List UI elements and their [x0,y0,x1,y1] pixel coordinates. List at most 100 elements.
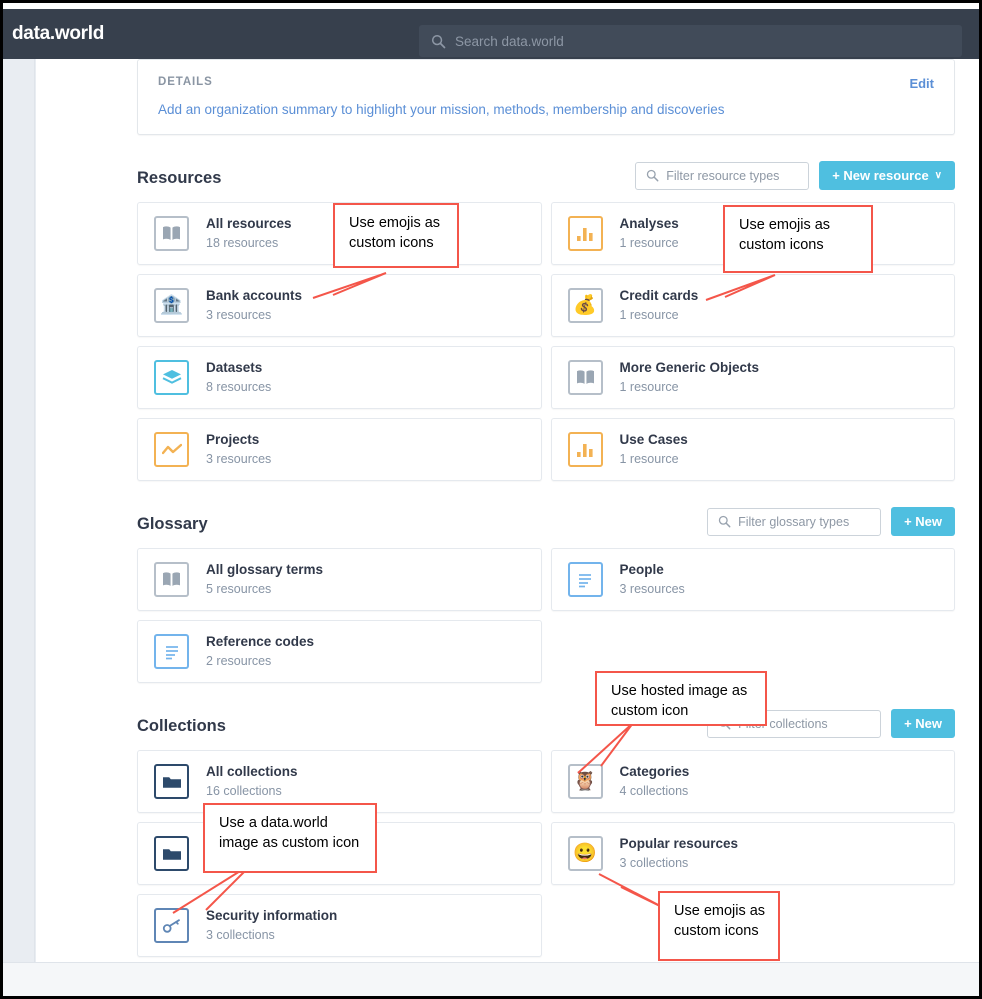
card-text: Credit cards 1 resource [620,287,699,323]
card-title: Datasets [206,360,263,376]
card-subtitle: 3 resources [206,307,272,322]
card-icon-box [567,216,603,251]
resource-card[interactable]: Reference codes 2 resources [137,620,542,683]
search-icon [646,169,659,182]
card-icon-box: 🏦 [154,288,189,323]
card-subtitle: 1 resource [619,235,679,250]
resource-card[interactable]: People 3 resources [550,548,955,611]
key-icon [162,918,180,933]
section-tools: Filter glossary types + New [707,507,955,536]
card-text: Popular resources 3 collections [620,835,739,871]
annotation-callout-5: Use emojis as custom icons [658,891,780,961]
new-item-button[interactable]: + New [891,507,955,536]
top-navigation-bar: data.world Search data.world [3,9,979,59]
bar-chart-icon [577,227,593,241]
annotation-callout-2: Use emojis as custom icons [723,205,873,273]
layers-icon [162,370,181,384]
search-icon [431,34,446,49]
resource-card[interactable]: Use Cases 1 resource [550,418,955,481]
section-header: Resources Filter resource types + New reso… [137,161,955,195]
annotation-callout-4: Use a data.world image as custom icon [203,803,377,873]
section-header: Glossary Filter glossary types + New [137,507,955,541]
chevron-down-icon: ∨ [934,170,942,181]
book-icon [163,572,180,586]
card-icon-box [154,216,189,251]
card-title: Security information [206,908,338,924]
card-subtitle: 1 resource [619,307,679,322]
filter-input[interactable]: Filter glossary types [707,507,882,536]
section-title: Collections [137,716,226,735]
section-title: Glossary [137,514,208,533]
resource-card[interactable]: 💰 Credit cards 1 resource [550,274,955,337]
resource-card[interactable]: 😀 Popular resources 3 collections [550,822,955,885]
resource-card[interactable]: All glossary terms 5 resources [137,548,542,611]
new-item-button[interactable]: + New [891,709,955,738]
card-text: All collections 16 collections [206,763,298,799]
resource-card[interactable]: More Generic Objects 1 resource [550,346,955,409]
new-item-label: + New resource [832,168,929,183]
card-subtitle: 3 collections [619,855,689,870]
new-item-label: + New [904,514,942,529]
left-gutter [3,59,35,962]
details-edit-link[interactable]: Edit [909,76,934,91]
card-text: People 3 resources [620,561,685,597]
filter-placeholder: Filter resource types [666,168,780,183]
details-label: DETAILS [158,76,213,88]
card-subtitle: 3 resources [619,581,685,596]
document-icon [579,573,591,587]
card-icon-box [154,360,189,395]
card-icon-box [567,562,603,597]
card-subtitle: 18 resources [206,235,279,250]
bank-emoji: 🏦 [159,295,184,316]
card-icon-box: 💰 [567,288,603,323]
card-title: Categories [619,764,690,780]
browser-window: data.world Search data.world DETAILS Edi… [0,0,982,999]
card-text: Analyses 1 resource [620,215,679,251]
card-text: Reference codes 2 resources [206,633,314,669]
card-title: Bank accounts [206,288,303,304]
card-icon-box [154,432,189,467]
data-world-logo[interactable]: data.world [12,23,104,45]
bar-chart-icon [577,443,593,457]
card-subtitle: 3 collections [206,927,275,942]
document-icon [165,645,178,659]
card-icon-box [154,634,189,669]
page-body: DETAILS Edit Add an organization summary… [3,59,979,996]
main-content: DETAILS Edit Add an organization summary… [36,59,979,962]
card-icon-box: 🦉 [567,764,603,799]
filter-input[interactable]: Filter resource types [635,161,810,190]
card-text: All resources 18 resources [206,215,292,251]
card-text: More Generic Objects 1 resource [620,359,760,395]
resource-card[interactable]: Security information 3 collections [137,894,542,957]
line-chart-icon [161,443,182,454]
folder-icon [162,848,181,860]
card-subtitle: 3 resources [206,451,272,466]
section-header: Collections Filter collections + New [137,709,955,743]
card-icon-box [154,764,189,799]
footer-strip [3,962,979,996]
global-search-input[interactable]: Search data.world [419,25,962,57]
resource-card[interactable]: 🏦 Bank accounts 3 resources [137,274,542,337]
card-icon-box [567,360,603,395]
card-title: All collections [206,764,298,780]
resource-card[interactable]: 🦉 Categories 4 collections [550,750,955,813]
card-subtitle: 5 resources [206,581,272,596]
card-title: Reference codes [206,634,315,650]
resource-card[interactable]: Datasets 8 resources [137,346,542,409]
card-icon-box [567,432,603,467]
card-subtitle: 1 resource [619,451,679,466]
card-text: Security information 3 collections [206,907,337,943]
resource-card[interactable]: Projects 3 resources [137,418,542,481]
card-title: People [619,562,664,578]
card-icon-box [154,908,189,943]
organization-summary-link[interactable]: Add an organization summary to highlight… [158,102,934,117]
card-grid: All glossary terms 5 resources People 3 res… [137,548,955,683]
grinning-face-emoji: 😀 [573,843,597,864]
card-text: Use Cases 1 resource [620,431,688,467]
new-item-button[interactable]: + New resource ∨ [819,161,955,190]
card-title: Use Cases [619,432,688,448]
book-icon [576,370,594,384]
card-text: All glossary terms 5 resources [206,561,323,597]
card-text: Projects 3 resources [206,431,271,467]
filter-placeholder: Filter glossary types [738,514,850,529]
